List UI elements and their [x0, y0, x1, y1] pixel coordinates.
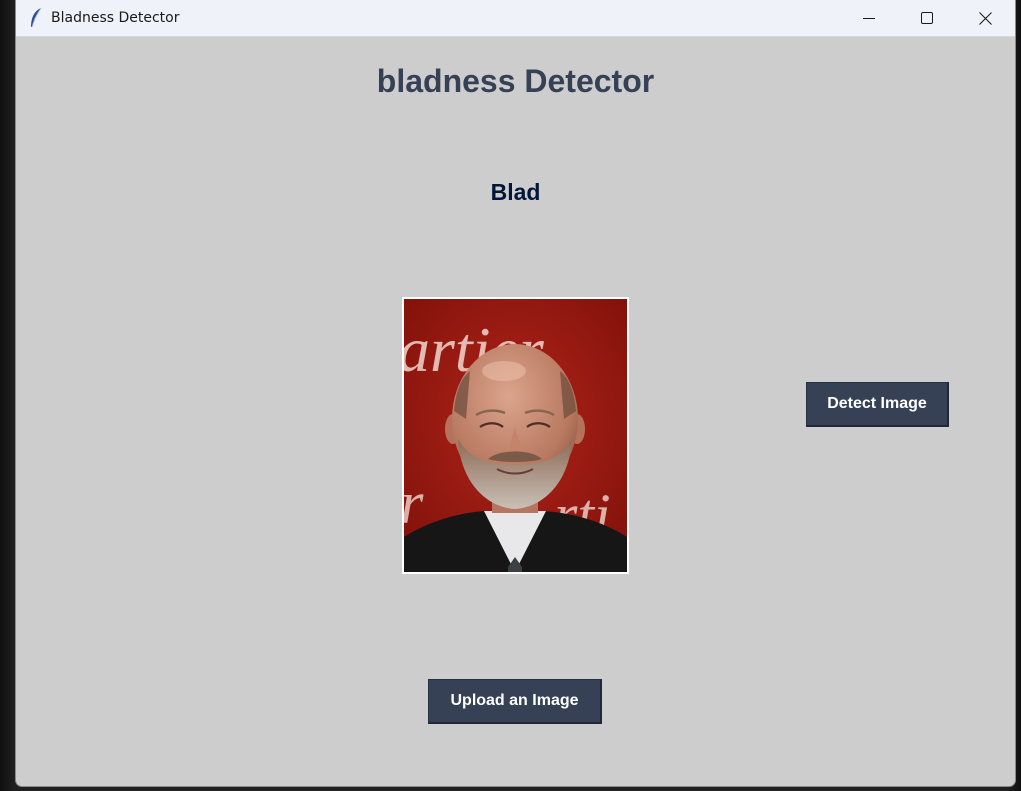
- uploaded-photo: artier r rti: [404, 299, 627, 572]
- page-title: bladness Detector: [376, 63, 655, 99]
- title-bar[interactable]: Bladness Detector: [16, 0, 1015, 37]
- minimize-button[interactable]: [840, 0, 898, 36]
- prediction-label: Blad: [490, 179, 541, 205]
- uploaded-image: artier r rti: [402, 297, 629, 574]
- svg-text:r: r: [404, 470, 424, 536]
- close-icon: [978, 11, 992, 25]
- maximize-button[interactable]: [898, 0, 956, 36]
- upload-image-button[interactable]: Upload an Image: [428, 679, 602, 724]
- minimize-icon: [863, 18, 875, 19]
- maximize-icon: [921, 12, 933, 24]
- detect-image-button[interactable]: Detect Image: [806, 382, 949, 427]
- close-button[interactable]: [956, 0, 1014, 36]
- app-window: Bladness Detector bladness Detector Blad: [15, 0, 1016, 787]
- window-title: Bladness Detector: [51, 10, 180, 26]
- feather-icon: [31, 7, 42, 28]
